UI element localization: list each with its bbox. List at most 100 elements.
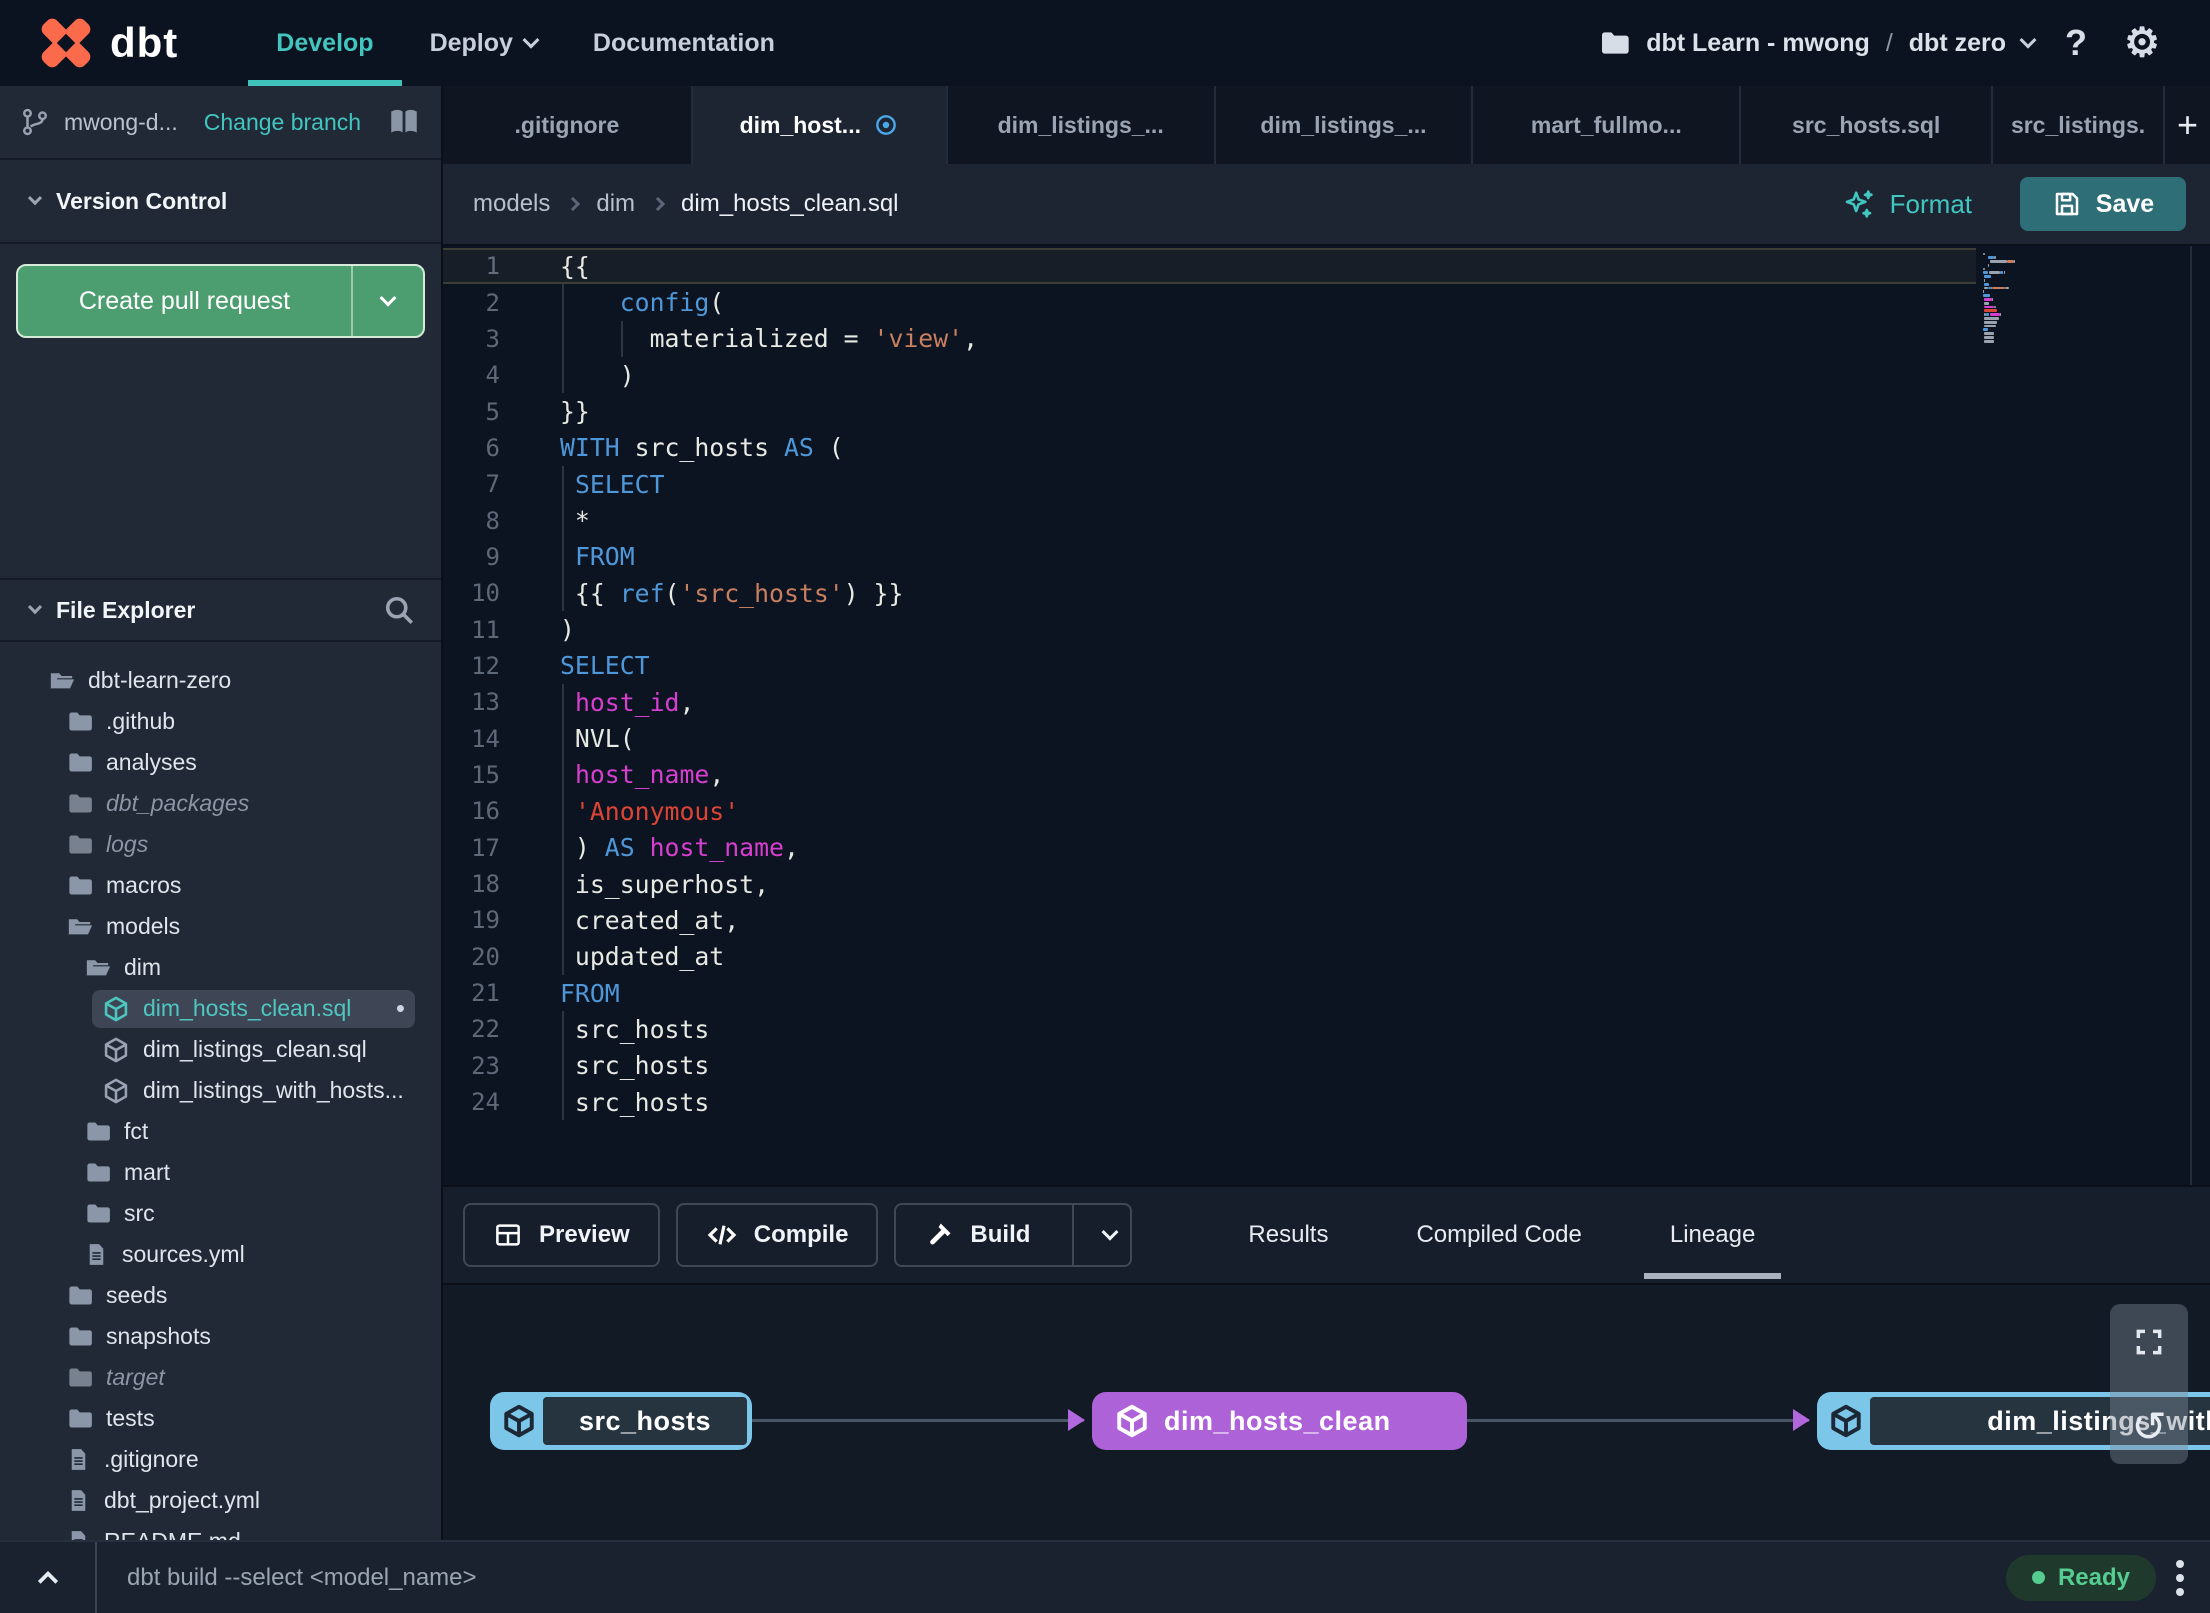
code-line[interactable]: 23 src_hosts (443, 1047, 2210, 1084)
code-line[interactable]: 2 config( (443, 284, 2210, 321)
editor-tab[interactable]: src_hosts.sql (1741, 86, 1994, 164)
file-tree-item[interactable]: snapshots (0, 1316, 441, 1357)
file-tree-item[interactable]: dim_hosts_clean.sql • (0, 988, 441, 1029)
code-line[interactable]: 1{{ (443, 248, 2210, 284)
file-tree-item[interactable]: tests (0, 1398, 441, 1439)
file-tree-item[interactable]: sources.yml (0, 1234, 441, 1275)
panel-tab-lineage[interactable]: Lineage (1626, 1187, 1799, 1283)
file-tree-item[interactable]: seeds (0, 1275, 441, 1316)
create-pr-dropdown[interactable] (353, 266, 423, 336)
refresh-icon[interactable]: ↺ (2127, 1402, 2171, 1451)
breadcrumb: models dim dim_hosts_clean.sql (473, 190, 899, 218)
code-line[interactable]: 8 * (443, 502, 2210, 539)
file-tree-item[interactable]: dim_listings_with_hosts... (0, 1070, 441, 1111)
expand-command-bar-icon[interactable] (0, 1563, 95, 1593)
breadcrumb-segment[interactable]: models (473, 190, 550, 218)
branch-name[interactable]: mwong-d... (64, 109, 178, 136)
code-line[interactable]: 16 'Anonymous' (443, 793, 2210, 830)
code-line[interactable]: 15 host_name, (443, 756, 2210, 794)
editor-tab[interactable]: dim_listings_... (1216, 86, 1474, 164)
file-tree-item[interactable]: macros (0, 865, 441, 906)
code-line[interactable]: 5}} (443, 393, 2210, 429)
code-line[interactable]: 10 {{ ref('src_hosts') }} (443, 575, 2210, 612)
nav-item-develop[interactable]: Develop (248, 0, 402, 86)
code-line[interactable]: 20 updated_at (443, 938, 2210, 975)
code-line[interactable]: 13 host_id, (443, 684, 2210, 721)
chevron-right-icon (650, 196, 666, 212)
gear-icon[interactable]: ⚙ (2118, 19, 2166, 67)
file-tree-item[interactable]: dim_listings_clean.sql (0, 1029, 441, 1070)
file-explorer-header[interactable]: File Explorer (0, 580, 441, 642)
code-line[interactable]: 17 ) AS host_name, (443, 829, 2210, 866)
preview-button[interactable]: Preview (463, 1203, 660, 1267)
lineage-arrow-icon (1068, 1409, 1085, 1431)
file-tree-item[interactable]: logs (0, 824, 441, 865)
breadcrumb-segment[interactable]: dim (596, 190, 635, 218)
editor-tab-bar: .gitignore dim_host... dim_listings_... dim… (443, 86, 2210, 164)
build-dropdown[interactable] (1090, 1223, 1130, 1241)
code-line[interactable]: 18 is_superhost, (443, 865, 2210, 903)
panel-tab-compiled-code[interactable]: Compiled Code (1372, 1187, 1625, 1283)
file-tree-item[interactable]: .gitignore (0, 1439, 441, 1480)
file-tree-item[interactable]: dbt_packages (0, 783, 441, 824)
editor-tab[interactable]: dim_listings_... (948, 86, 1216, 164)
docs-book-icon[interactable] (387, 105, 421, 139)
code-line[interactable]: 11) (443, 611, 2210, 647)
code-line[interactable]: 4 ) (443, 357, 2210, 394)
file-tree-item[interactable]: dbt-learn-zero (0, 660, 441, 701)
lineage-node[interactable]: dim_hosts_clean (1092, 1392, 1467, 1450)
code-editor[interactable]: 1{{2 config(3 materialized = 'view', 4 ) 5… (443, 246, 2210, 1185)
file-tree-item[interactable]: .github (0, 701, 441, 742)
editor-tab[interactable]: dim_host... (692, 86, 948, 164)
lineage-node[interactable]: src_hosts (490, 1392, 752, 1450)
editor-tab[interactable]: mart_fullmo... (1473, 86, 1742, 164)
nav-item-deploy[interactable]: Deploy (402, 0, 565, 86)
file-tree-item[interactable]: analyses (0, 742, 441, 783)
file-tree-item[interactable]: target (0, 1357, 441, 1398)
code-line[interactable]: 22 src_hosts (443, 1011, 2210, 1048)
panel-tab-results[interactable]: Results (1204, 1187, 1372, 1283)
code-line[interactable]: 9 FROM (443, 538, 2210, 576)
format-button[interactable]: Format (1842, 187, 1972, 221)
change-branch-link[interactable]: Change branch (204, 109, 361, 136)
chevron-right-icon (566, 196, 581, 212)
code-line[interactable]: 24 src_hosts (443, 1083, 2210, 1121)
command-input[interactable]: dbt build --select <model_name> (127, 1564, 477, 1592)
editor-tab[interactable]: src_listings. (1993, 86, 2166, 164)
file-tree-item[interactable]: dim (0, 947, 441, 988)
file-tree-item[interactable]: fct (0, 1111, 441, 1152)
file-tree-item[interactable]: README.md (0, 1521, 441, 1540)
breadcrumb-segment[interactable]: dim_hosts_clean.sql (681, 190, 898, 218)
file-tree-item[interactable]: dbt_project.yml (0, 1480, 441, 1521)
line-number: 3 (485, 324, 500, 353)
kebab-menu-icon[interactable] (2176, 1559, 2184, 1596)
minimap[interactable] (1983, 252, 2083, 343)
line-number: 8 (485, 506, 500, 535)
code-line[interactable]: 19 created_at, (443, 902, 2210, 939)
create-pull-request-button[interactable]: Create pull request (16, 264, 425, 338)
file-tree-item[interactable]: src (0, 1193, 441, 1234)
nav-item-documentation[interactable]: Documentation (565, 0, 803, 86)
folder-icon (87, 1204, 110, 1223)
file-tree-item[interactable]: mart (0, 1152, 441, 1193)
editor-tab[interactable]: .gitignore (443, 86, 693, 164)
project-selector[interactable]: dbt Learn - mwong / dbt zero (1598, 27, 2037, 59)
build-button[interactable]: Build (894, 1203, 1133, 1267)
line-number: 24 (471, 1088, 500, 1117)
folder-icon (69, 835, 92, 854)
file-tree-item[interactable]: models (0, 906, 441, 947)
compile-button[interactable]: Compile (675, 1203, 879, 1267)
code-line[interactable]: 21 FROM (443, 975, 2210, 1011)
code-line[interactable]: 12 SELECT (443, 648, 2210, 684)
search-icon[interactable] (381, 592, 417, 628)
fullscreen-icon[interactable] (2127, 1320, 2171, 1364)
version-control-header[interactable]: Version Control (0, 160, 441, 244)
code-line[interactable]: 6 WITH src_hosts AS ( (443, 430, 2210, 466)
code-line[interactable]: 7 SELECT (443, 466, 2210, 503)
editor-scrollbar[interactable] (2190, 246, 2192, 1185)
code-line[interactable]: 14 NVL( (443, 720, 2210, 757)
code-line[interactable]: 3 materialized = 'view', (443, 320, 2210, 358)
help-icon[interactable]: ? (2052, 19, 2100, 67)
save-button[interactable]: Save (2020, 177, 2186, 231)
new-tab-button[interactable]: + (2165, 86, 2210, 164)
